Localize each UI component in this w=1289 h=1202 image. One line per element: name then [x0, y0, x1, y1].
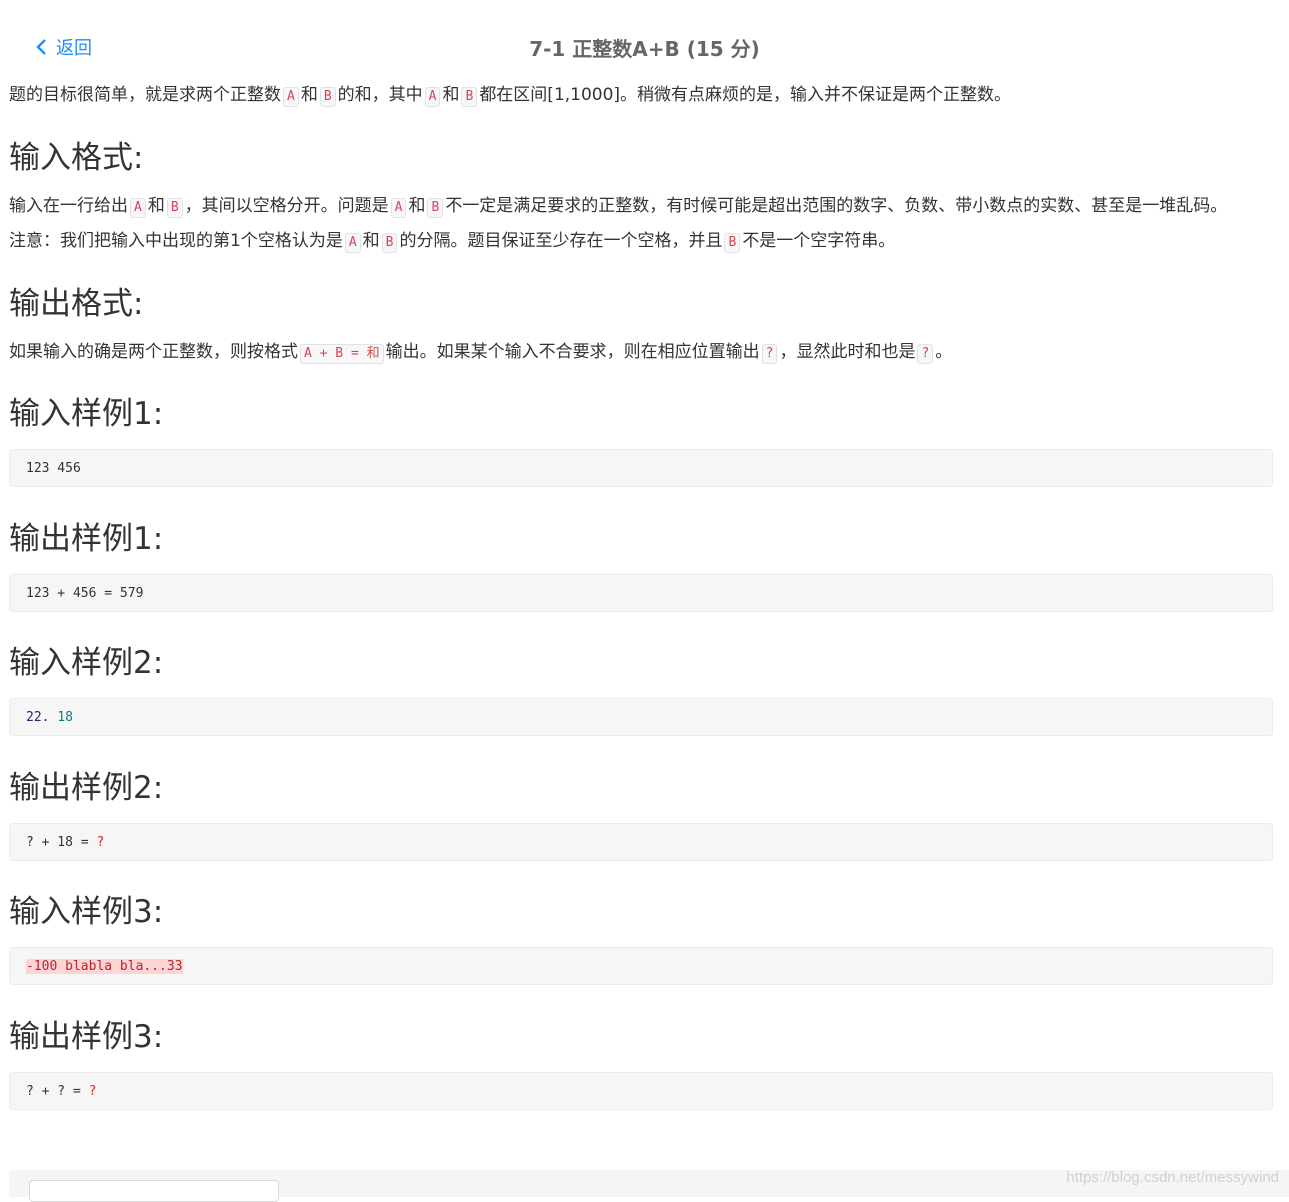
code-question: ?	[761, 344, 778, 364]
sample-output-1-heading: 输出样例1:	[9, 521, 164, 557]
sample-input-1: 123 456	[9, 449, 1273, 487]
code-a: A	[424, 87, 441, 107]
sample-input-2-heading: 输入样例2:	[9, 645, 164, 681]
code-b: B	[461, 87, 478, 107]
sample-output-3: ? + ? = ?	[9, 1072, 1273, 1110]
input-format-line-1: 输入在一行给出 A 和 B ，其间以空格分开。问题是 A 和 B 不一定是满足要求的正整数，有时…	[9, 196, 1228, 218]
sample-input-2: 22. 18	[9, 698, 1273, 736]
top-bar: 返回 7-1 正整数A+B (15 分)	[0, 28, 1289, 64]
sample-input-1-heading: 输入样例1:	[9, 396, 164, 432]
sample-input-3: -100 blabla bla...33	[9, 947, 1273, 985]
page-title: 7-1 正整数A+B (15 分)	[529, 37, 760, 61]
problem-description: 题的目标很简单，就是求两个正整数 A 和 B 的和，其中 A 和 B 都在区间[1,1000]。…	[9, 85, 1012, 107]
sample-output-1: 123 + 456 = 579	[9, 574, 1273, 612]
output-format-description: 如果输入的确是两个正整数，则按格式 A + B = 和输出。如果某个输入不合要求，…	[9, 342, 953, 364]
code-question: ?	[917, 344, 934, 364]
sample-input-3-heading: 输入样例3:	[9, 894, 164, 930]
input-format-line-2: 注意：我们把输入中出现的第1个空格认为是 A 和 B 的分隔。题目保证至少存在一个空格，…	[9, 231, 896, 253]
watermark: https://blog.csdn.net/messywind	[1066, 1169, 1279, 1186]
code-a: A	[130, 198, 146, 218]
code-a: A	[390, 198, 407, 218]
sample-output-3-heading: 输出样例3:	[9, 1019, 164, 1055]
compiler-select[interactable]	[29, 1180, 279, 1202]
code-a: A	[344, 233, 361, 253]
code-b: B	[724, 233, 741, 253]
code-format: A + B = 和	[300, 344, 384, 364]
code-b: B	[166, 198, 183, 218]
code-a: A	[283, 87, 299, 107]
code-b: B	[427, 198, 444, 218]
code-b: B	[381, 233, 398, 253]
code-b: B	[319, 87, 336, 107]
sample-output-2: ? + 18 = ?	[9, 823, 1273, 861]
input-format-heading: 输入格式:	[9, 140, 144, 176]
sample-output-2-heading: 输出样例2:	[9, 770, 164, 806]
output-format-heading: 输出格式:	[9, 286, 144, 322]
